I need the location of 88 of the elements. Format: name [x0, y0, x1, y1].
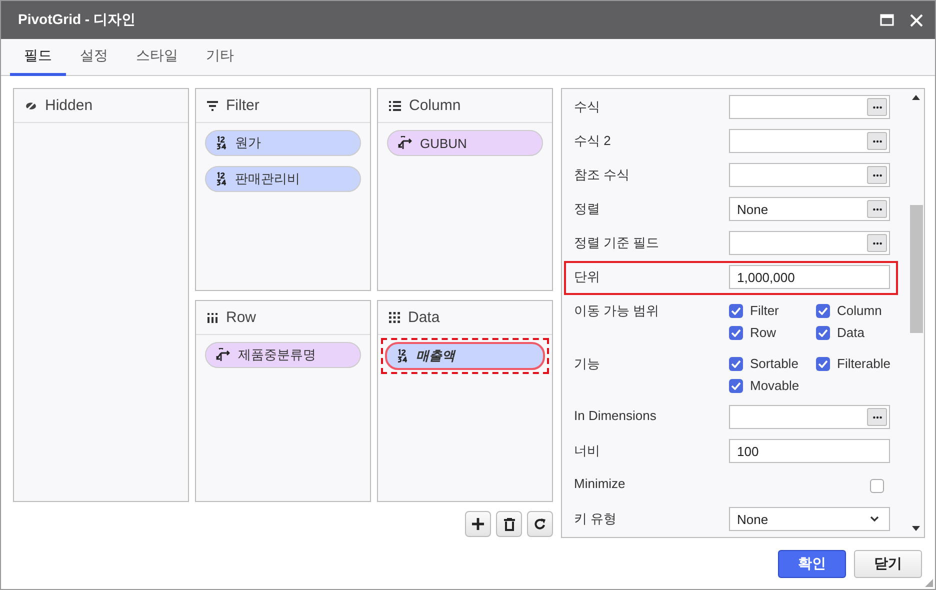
- checkbox-option[interactable]: Row: [729, 325, 816, 340]
- columns-icon: [207, 312, 218, 322]
- checkbox-option[interactable]: Sortable: [729, 356, 816, 371]
- ellipsis-button[interactable]: [867, 234, 888, 252]
- field-chip[interactable]: 제품중분류명: [205, 342, 361, 368]
- axes-icon: [398, 136, 413, 150]
- input-field[interactable]: [729, 163, 890, 187]
- checkmark-icon: [818, 328, 828, 336]
- plus-icon: [472, 518, 484, 530]
- input-field[interactable]: [729, 95, 890, 119]
- ellipsis-button[interactable]: [867, 98, 888, 116]
- ellipsis-button[interactable]: [867, 408, 888, 426]
- dropdown[interactable]: None: [729, 507, 890, 531]
- ellipsis-icon: [872, 242, 882, 244]
- tab[interactable]: 필드: [10, 39, 66, 76]
- refresh-button[interactable]: [527, 511, 553, 537]
- checkbox-option[interactable]: Movable: [729, 378, 816, 393]
- ellipsis-button[interactable]: [867, 200, 888, 218]
- field-chip[interactable]: 매출액: [385, 342, 545, 370]
- grid-dots-icon: [389, 312, 400, 323]
- input-field[interactable]: [729, 231, 890, 255]
- property-label: 기능: [574, 355, 601, 373]
- input-field[interactable]: 1,000,000: [729, 265, 890, 289]
- ellipsis-icon: [872, 174, 882, 176]
- scrollbar-thumb[interactable]: [910, 205, 923, 333]
- ellipsis-icon: [872, 140, 882, 142]
- window-title: PivotGrid - 디자인: [18, 11, 136, 29]
- list-icon: [389, 100, 401, 110]
- tab[interactable]: 기타: [192, 39, 248, 76]
- checkmark-icon: [731, 328, 741, 336]
- checkmark-icon: [731, 360, 741, 368]
- zone-title: Hidden: [45, 97, 93, 114]
- checkbox-option[interactable]: Filter: [729, 303, 816, 318]
- checkbox-option[interactable]: Column: [816, 303, 890, 318]
- field-chip[interactable]: 원가: [205, 130, 361, 156]
- add-button[interactable]: [465, 511, 491, 537]
- checkmark-icon: [731, 382, 741, 390]
- property-label: 수식: [574, 98, 601, 116]
- zone-title: Data: [408, 309, 440, 326]
- resize-grip-icon[interactable]: [925, 579, 933, 587]
- ellipsis-icon: [872, 416, 882, 418]
- field-chip[interactable]: GUBUN: [387, 130, 543, 156]
- property-label: In Dimensions: [574, 407, 658, 423]
- ellipsis-icon: [872, 106, 882, 108]
- input-field[interactable]: 100: [729, 439, 890, 463]
- ellipsis-button[interactable]: [867, 132, 888, 150]
- zone-title: Column: [409, 97, 461, 114]
- checkbox-option[interactable]: Data: [816, 325, 890, 340]
- checkbox-option[interactable]: Filterable: [816, 356, 890, 371]
- maximize-icon[interactable]: [880, 14, 894, 26]
- chevron-down-icon: [870, 516, 880, 522]
- trash-icon: [504, 518, 514, 530]
- property-label: Minimize: [574, 475, 626, 491]
- ellipsis-icon: [872, 208, 882, 210]
- delete-button[interactable]: [496, 511, 522, 537]
- tab[interactable]: 스타일: [122, 39, 192, 76]
- refresh-icon: [534, 518, 546, 530]
- number-icon: [216, 136, 228, 150]
- axes-icon: [216, 348, 231, 362]
- checkbox[interactable]: [870, 479, 884, 493]
- property-label: 키 유형: [574, 510, 618, 528]
- close-icon[interactable]: [910, 14, 923, 26]
- property-label: 이동 가능 범위: [574, 302, 660, 320]
- number-icon: [216, 172, 228, 186]
- number-icon: [397, 349, 409, 363]
- property-label: 너비: [574, 442, 601, 460]
- property-label: 수식 2: [574, 132, 612, 150]
- property-label: 참조 수식: [574, 166, 631, 184]
- property-label: 정렬: [574, 200, 601, 218]
- confirm-button[interactable]: 확인: [778, 550, 846, 578]
- field-chip[interactable]: 판매관리비: [205, 166, 361, 192]
- input-field[interactable]: [729, 129, 890, 153]
- close-button[interactable]: 닫기: [854, 550, 922, 578]
- filter-icon: [207, 100, 218, 110]
- property-label: 정렬 기준 필드: [574, 234, 660, 252]
- ellipsis-button[interactable]: [867, 166, 888, 184]
- zone-title: Row: [226, 309, 256, 326]
- scroll-up-icon[interactable]: [912, 95, 920, 100]
- hidden-eye-icon: [25, 100, 37, 110]
- input-field[interactable]: [729, 405, 890, 429]
- checkmark-icon: [731, 306, 741, 314]
- zone-title: Filter: [226, 97, 260, 114]
- scroll-down-icon[interactable]: [912, 526, 920, 531]
- property-label: 단위: [574, 268, 601, 286]
- tab[interactable]: 설정: [66, 39, 122, 76]
- checkmark-icon: [818, 306, 828, 314]
- input-field[interactable]: None: [729, 197, 890, 221]
- checkmark-icon: [818, 360, 828, 368]
